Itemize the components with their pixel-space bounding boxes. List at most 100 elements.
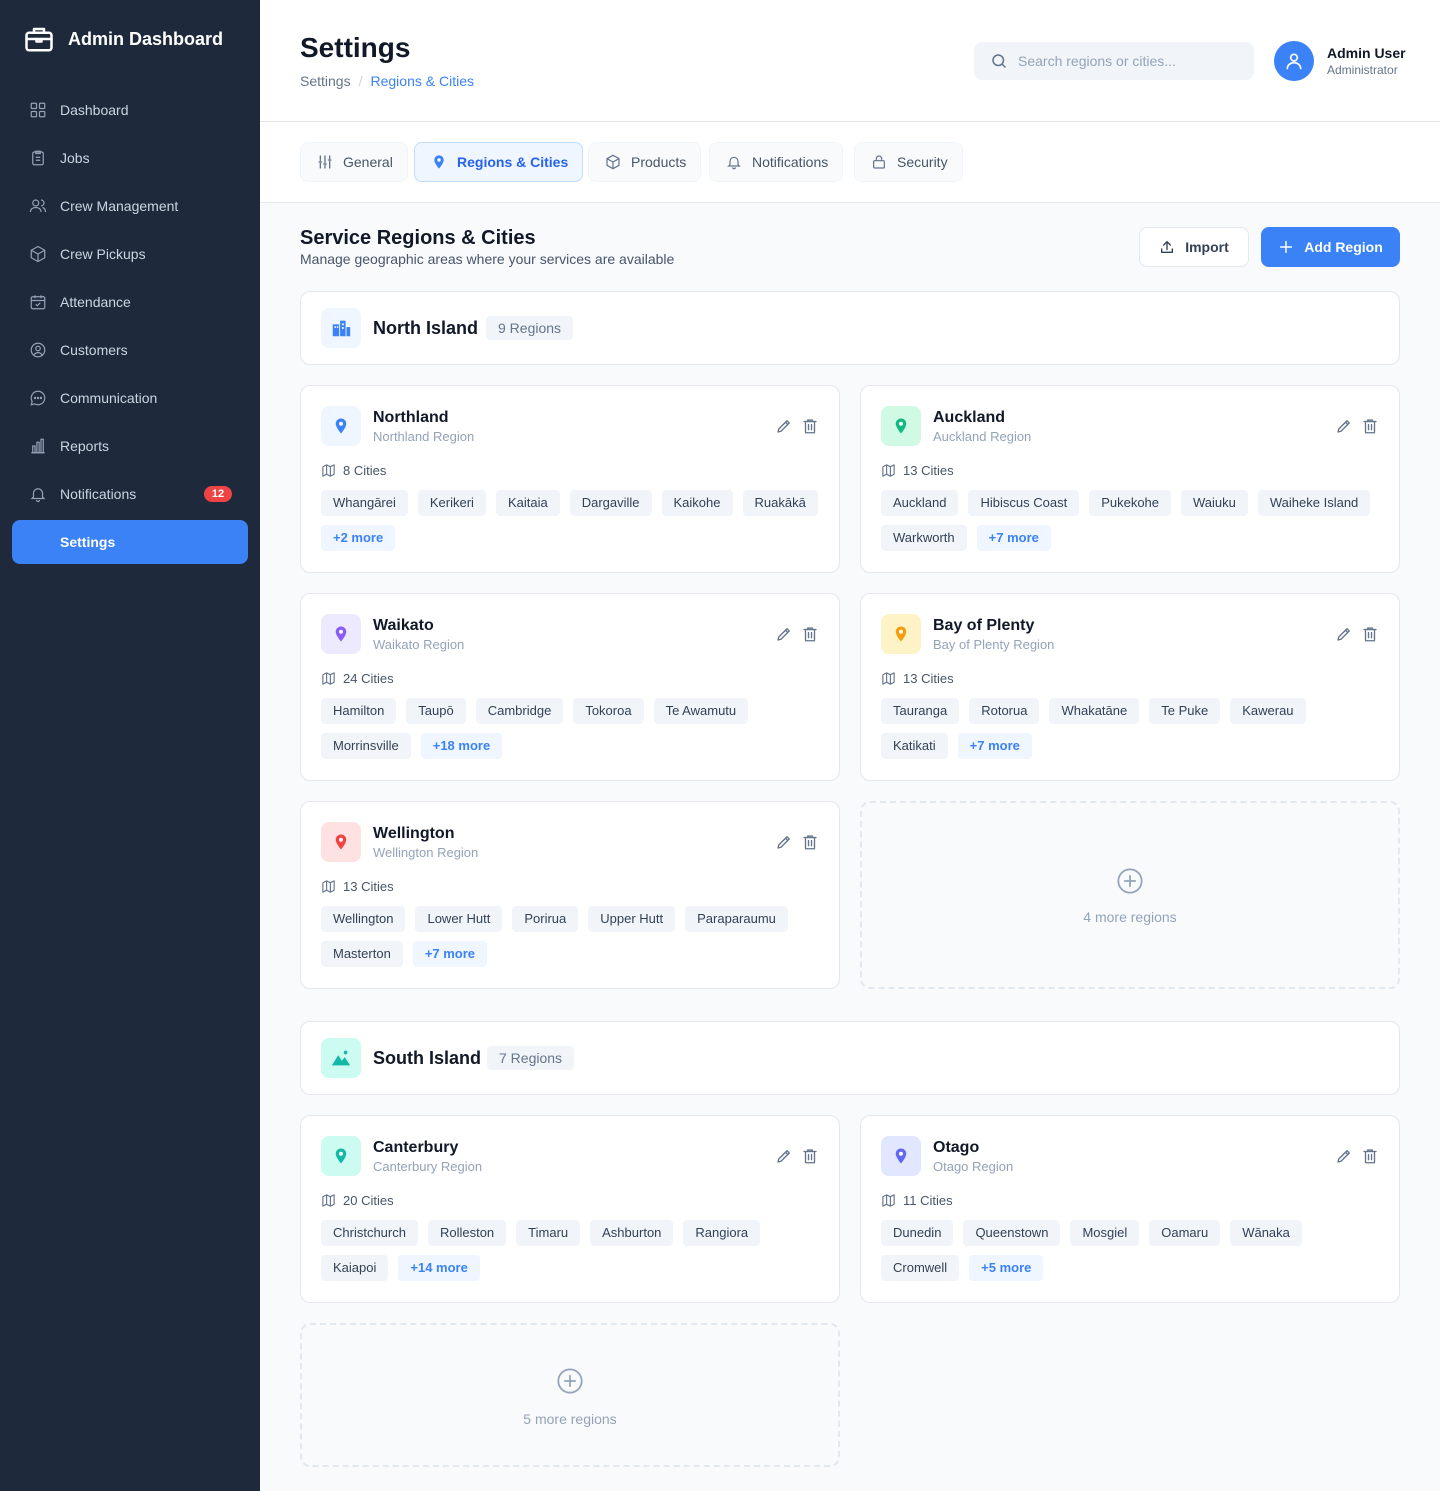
sidebar-item-crew-pickups[interactable]: Crew Pickups [12,232,248,276]
sliders-icon [318,155,332,169]
map-icon [322,1194,335,1207]
region-subtitle: Otago Region [933,1159,1014,1174]
user-role: Administrator [1327,63,1398,77]
region-name: Bay of Plenty [933,617,1035,634]
city-chip: Porirua [512,906,579,932]
sidebar-item-customers[interactable]: Customers [12,328,248,372]
edit-icon[interactable] [1335,625,1353,643]
more-cities-chip[interactable]: +7 more [957,733,1032,759]
edit-icon[interactable] [1335,1147,1353,1165]
sidebar-item-crew-management[interactable]: Crew Management [12,184,248,228]
more-cities-chip[interactable]: +14 more [398,1255,480,1281]
tab-products[interactable]: Products [588,142,702,182]
city-chip-list: Whangārei Kerikeri Kaitaia Dargaville Kaikoh… [321,490,821,551]
delete-icon[interactable] [1361,417,1379,435]
more-cities-chip[interactable]: +18 more [420,733,503,759]
sidebar-item-label: Attendance [60,294,131,310]
sidebar-item-dashboard[interactable]: Dashboard [12,88,248,132]
section-title: Service Regions & Cities [300,227,536,249]
sidebar-item-attendance[interactable]: Attendance [12,280,248,324]
edit-icon[interactable] [775,833,793,851]
breadcrumb-item[interactable]: Settings [300,73,351,89]
city-chip: Rotorua [969,698,1040,724]
city-count-label: 13 Cities [903,671,954,686]
box-icon [30,245,46,263]
briefcase-icon [25,27,53,52]
edit-icon[interactable] [1335,417,1353,435]
sidebar-item-notifications[interactable]: Notifications 12 [12,472,248,516]
city-chip: Cromwell [881,1255,960,1281]
city-chip: Upper Hutt [588,906,676,932]
city-chip: Lower Hutt [415,906,503,932]
map-icon [322,880,335,893]
city-chip: Taupō [406,698,466,724]
edit-icon[interactable] [775,417,793,435]
search-input[interactable] [1018,53,1238,69]
delete-icon[interactable] [1361,625,1379,643]
city-chip: Rangiora [683,1220,761,1246]
search-icon [992,54,1006,68]
delete-icon[interactable] [801,833,819,851]
tab-label: Security [897,154,948,170]
city-chip: Waiheke Island [1257,490,1371,516]
map-pin-icon [434,155,444,169]
edit-icon[interactable] [775,1147,793,1165]
delete-icon[interactable] [801,417,819,435]
region-icon-box [321,822,361,862]
app-title: Admin Dashboard [68,28,224,49]
sidebar-item-jobs[interactable]: Jobs [12,136,248,180]
region-card: Bay of Plenty Bay of Plenty Region 13 Ci… [860,593,1400,781]
city-chip: Tauranga [881,698,960,724]
user-name[interactable]: Admin User [1327,45,1406,61]
plus-circle-icon [1117,868,1143,894]
tab-regions-cities[interactable]: Regions & Cities [414,142,584,182]
map-pin-icon [335,626,347,642]
more-regions-card[interactable]: 5 more regions [300,1323,840,1467]
delete-icon[interactable] [1361,1147,1379,1165]
island-header-north: North Island 9 Regions [300,291,1400,365]
island-icon-box [321,1038,361,1078]
sidebar: Admin Dashboard Dashboard Jobs Crew Mana… [0,0,260,1491]
sidebar-item-reports[interactable]: Reports [12,424,248,468]
region-card: Wellington Wellington Region 13 Cities W… [300,801,840,989]
region-icon-box [321,614,361,654]
import-label: Import [1185,239,1229,255]
city-count: 8 Cities [321,463,386,478]
clipboard-icon [32,150,44,166]
bar-chart-icon [31,438,45,454]
city-chip: Tokoroa [573,698,644,724]
brand: Admin Dashboard [24,24,223,54]
tab-notifications[interactable]: Notifications [709,142,844,182]
more-regions-label: 5 more regions [523,1411,617,1427]
avatar[interactable] [1274,41,1314,81]
sidebar-item-communication[interactable]: Communication [12,376,248,420]
import-button[interactable]: Import [1139,227,1249,267]
region-subtitle: Canterbury Region [373,1159,483,1174]
more-regions-card[interactable]: 4 more regions [860,801,1400,989]
city-chip: Timaru [516,1220,581,1246]
city-count: 13 Cities [881,463,954,478]
map-icon [882,672,895,685]
tab-security[interactable]: Security [854,142,963,182]
island-region-count: 7 Regions [487,1046,575,1070]
region-icon-box [321,1136,361,1176]
add-region-button[interactable]: Add Region [1261,227,1400,267]
city-chip: Pukekohe [1089,490,1172,516]
sidebar-item-settings[interactable]: Settings [12,520,248,564]
region-subtitle: Wellington Region [373,845,479,860]
city-chip: Wellington [321,906,406,932]
more-cities-chip[interactable]: +5 more [969,1255,1044,1281]
more-cities-chip[interactable]: +7 more [976,525,1051,551]
city-chip: Hibiscus Coast [968,490,1080,516]
tab-label: Notifications [752,154,829,170]
tab-general[interactable]: General [300,142,408,182]
more-cities-chip[interactable]: +7 more [412,941,488,967]
delete-icon[interactable] [801,625,819,643]
plus-circle-icon [557,1368,583,1394]
delete-icon[interactable] [801,1147,819,1165]
mountain-icon [331,1050,351,1066]
notification-badge: 12 [204,486,232,502]
region-card: Waikato Waikato Region 24 Cities Hamilto… [300,593,840,781]
edit-icon[interactable] [775,625,793,643]
more-cities-chip[interactable]: +2 more [321,525,396,551]
